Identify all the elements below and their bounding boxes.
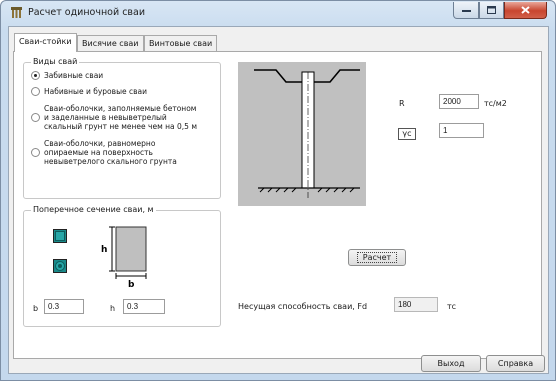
result-unit: тс [447, 302, 457, 311]
app-window: Расчет одиночной сваи Сваи-стойки Висячи… [0, 0, 556, 381]
b-label: b [33, 304, 39, 313]
pile-types-legend: Виды свай [31, 57, 80, 66]
cross-section-legend: Поперечное сечение сваи, м [31, 205, 156, 214]
radio-bored-piles[interactable]: Набивные и буровые сваи [31, 87, 147, 96]
tab-page: Виды свай Забивные сваи Набивные и буров… [13, 51, 542, 359]
close-icon [521, 6, 530, 14]
r-label: R [399, 99, 405, 108]
square-section-glyph [55, 231, 65, 241]
minimize-icon [461, 10, 471, 12]
radio-button[interactable] [31, 113, 40, 122]
result-label: Несущая способность сваи, Fd [238, 302, 368, 311]
r-field[interactable] [439, 94, 479, 109]
radio-button[interactable] [31, 148, 40, 157]
round-section-glyph [55, 261, 65, 271]
r-unit: тс/м2 [484, 99, 507, 108]
tab-end-bearing-piles[interactable]: Сваи-стойки [14, 33, 77, 52]
pile-diagram [238, 62, 366, 206]
calculate-button[interactable]: Расчет [348, 249, 406, 266]
result-field [394, 297, 438, 312]
cross-section-group: Поперечное сечение сваи, м h b b 0.3 h 0… [23, 205, 221, 327]
radio-label: Набивные и буровые сваи [44, 87, 148, 96]
radio-button[interactable] [31, 87, 40, 96]
radio-shell-piles-supported[interactable]: Сваи-оболочки, равномерно опираемые на п… [31, 139, 177, 166]
radio-driven-piles[interactable]: Забивные сваи [31, 71, 103, 80]
title-bar[interactable]: Расчет одиночной сваи [1, 1, 555, 25]
section-dimension-diagram: h b [101, 226, 147, 290]
gamma-c-field[interactable] [439, 123, 484, 138]
radio-label: Сваи-оболочки, равномерно опираемые на п… [44, 139, 177, 166]
help-button[interactable]: Справка [486, 355, 545, 372]
square-section-icon[interactable] [53, 229, 67, 243]
radio-button[interactable] [31, 71, 40, 80]
round-section-icon[interactable] [53, 259, 67, 273]
tab-screw-piles[interactable]: Винтовые сваи [144, 35, 217, 51]
client-area: Сваи-стойки Висячие сваи Винтовые сваи В… [8, 26, 549, 374]
pile-structure-icon [11, 7, 22, 18]
maximize-button[interactable] [479, 2, 504, 19]
pile-diagram-graphic [254, 69, 360, 198]
h-label: h [110, 304, 116, 313]
diagram-h-label: h [101, 245, 107, 255]
radio-label: Забивные сваи [44, 71, 104, 80]
calculate-button-label: Расчет [356, 252, 398, 263]
tab-friction-piles[interactable]: Висячие сваи [77, 35, 144, 51]
minimize-button[interactable] [453, 2, 479, 19]
diagram-b-label: b [128, 280, 135, 290]
radio-label: Сваи-оболочки, заполняемые бетоном и зад… [44, 104, 197, 131]
maximize-icon [487, 6, 496, 14]
h-field[interactable] [123, 299, 165, 314]
close-button[interactable] [504, 2, 547, 19]
b-field[interactable] [44, 299, 84, 314]
window-title: Расчет одиночной сваи [28, 7, 146, 18]
gamma-c-label: γc [398, 128, 416, 140]
exit-button[interactable]: Выход [421, 355, 481, 372]
pile-types-group: Виды свай Забивные сваи Набивные и буров… [23, 57, 221, 199]
radio-shell-piles-embedded[interactable]: Сваи-оболочки, заполняемые бетоном и зад… [31, 104, 197, 131]
